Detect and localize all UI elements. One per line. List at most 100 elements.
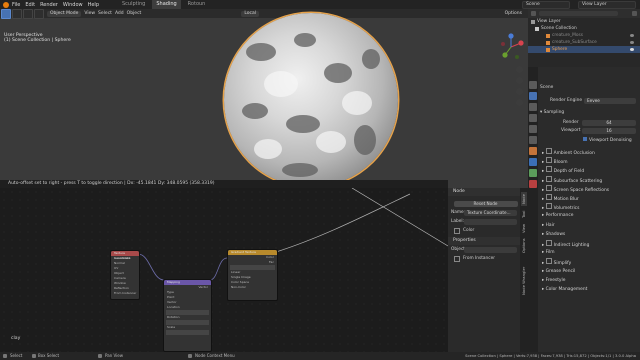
properties-section-ambient-occlusion[interactable]: ▸ Ambient Occlusion xyxy=(542,148,640,156)
section-enable-checkbox[interactable] xyxy=(545,175,552,182)
section-enable-checkbox[interactable] xyxy=(545,203,552,210)
tab-node[interactable]: Node xyxy=(521,192,527,206)
properties-section-depth-of-field[interactable]: ▸ Depth of Field xyxy=(542,166,640,174)
zoom-icon[interactable] xyxy=(516,66,523,73)
color-checkbox[interactable] xyxy=(454,227,460,234)
circle-select-icon[interactable] xyxy=(23,8,33,19)
node-gradient-texture[interactable]: Gradient Texture Color Fac Linear Single… xyxy=(227,249,278,301)
section-enable-checkbox[interactable] xyxy=(545,240,552,246)
box-select-icon[interactable] xyxy=(12,8,22,19)
properties-section-grease-pencil[interactable]: ▸ Grease Pencil xyxy=(542,268,640,276)
node-texture-coordinate[interactable]: Texture Coordinate Generated Normal UV O… xyxy=(110,250,140,300)
transform-orientation-dropdown[interactable]: Local xyxy=(241,10,259,17)
properties-section-subsurface-scattering[interactable]: ▸ Subsurface Scattering xyxy=(542,175,640,184)
menu-file[interactable]: File xyxy=(12,2,20,8)
modifiers-tab-icon[interactable] xyxy=(529,158,537,166)
tab-view[interactable]: View xyxy=(521,222,527,234)
properties-section-volumetrics[interactable]: ▸ Volumetrics xyxy=(542,203,640,211)
eye-icon[interactable] xyxy=(630,48,634,51)
menu-render[interactable]: Render xyxy=(40,2,58,8)
properties-section-film[interactable]: ▸ Film xyxy=(542,249,640,257)
lasso-select-icon[interactable] xyxy=(34,8,44,19)
viewport-menu-view[interactable]: View xyxy=(84,11,95,16)
view-layer-tab-icon[interactable] xyxy=(529,114,537,122)
tool-tab-icon[interactable] xyxy=(529,81,537,89)
properties-section-color-management[interactable]: ▸ Color Management xyxy=(542,286,640,294)
scene-tab-icon[interactable] xyxy=(529,125,537,133)
node-label-field[interactable] xyxy=(464,218,517,225)
menu-window[interactable]: Window xyxy=(63,2,83,8)
viewport-menu-add[interactable]: Add xyxy=(115,11,124,16)
node-value-field[interactable] xyxy=(166,330,209,335)
section-enable-checkbox[interactable] xyxy=(545,258,552,265)
properties-section-motion-blur[interactable]: ▸ Motion Blur xyxy=(542,194,640,202)
material-tab-icon[interactable] xyxy=(529,180,537,188)
properties-section-bloom[interactable]: ▸ Bloom xyxy=(542,157,640,165)
viewport-denoising-row[interactable]: Viewport Denoising xyxy=(583,137,632,145)
from-instancer-checkbox[interactable] xyxy=(454,255,460,262)
eye-icon[interactable] xyxy=(630,41,634,44)
object-tab-icon[interactable] xyxy=(529,147,537,155)
section-enable-checkbox[interactable] xyxy=(545,148,552,154)
sampling-section-header[interactable]: ▾ Sampling xyxy=(540,109,639,117)
properties-section-performance[interactable]: ▸ Performance xyxy=(542,212,640,220)
eye-icon[interactable] xyxy=(630,34,634,37)
world-tab-icon[interactable] xyxy=(529,136,537,144)
tab-sculpting[interactable]: Sculpting xyxy=(118,0,149,9)
perspective-toggle-icon[interactable] xyxy=(516,99,523,106)
tab-tool[interactable]: Tool xyxy=(521,208,527,220)
section-enable-checkbox[interactable] xyxy=(545,166,552,173)
sphere-object[interactable] xyxy=(224,13,398,187)
viewport-samples-field[interactable]: 16 xyxy=(582,128,636,134)
viewport-options-button[interactable]: Options xyxy=(505,11,522,16)
tab-options[interactable]: Options xyxy=(521,236,527,256)
pan-hand-icon[interactable] xyxy=(516,77,523,84)
node-name-field[interactable]: Texture Coordinate... xyxy=(464,209,517,216)
outliner-row[interactable]: creature_SubSurface xyxy=(528,39,640,46)
render-samples-field[interactable]: 64 xyxy=(582,120,636,126)
scene-selector[interactable]: Scene xyxy=(522,0,570,9)
camera-view-icon[interactable] xyxy=(516,88,523,95)
navigation-gizmo[interactable] xyxy=(497,33,525,61)
physics-tab-icon[interactable] xyxy=(529,169,537,177)
properties-section-screen-space-reflections[interactable]: ▸ Screen Space Reflections xyxy=(542,184,640,193)
viewport-menu-select[interactable]: Select xyxy=(98,11,112,16)
denoise-checkbox[interactable] xyxy=(583,137,587,141)
properties-section-freestyle[interactable]: ▸ Freestyle xyxy=(542,277,640,285)
output-tab-icon[interactable] xyxy=(529,103,537,111)
search-input[interactable] xyxy=(539,11,618,16)
object-mode-dropdown[interactable]: Object Mode xyxy=(47,10,82,17)
view-layer-selector[interactable]: View Layer xyxy=(578,0,636,9)
section-enable-checkbox[interactable] xyxy=(545,184,552,191)
properties-section-simplify[interactable]: ▸ Simplify xyxy=(542,258,640,266)
outliner-row-selected[interactable]: Sphere xyxy=(528,46,640,53)
render-tab-icon[interactable] xyxy=(529,92,537,100)
tab-node-wrangler[interactable]: Node Wrangler xyxy=(521,260,527,302)
tab-shading[interactable]: Shading xyxy=(152,0,181,9)
node-mapping[interactable]: Mapping Vector Type Point Vector Locatio… xyxy=(163,279,212,352)
tab-rotoun[interactable]: Rotoun xyxy=(184,0,210,9)
menu-edit[interactable]: Edit xyxy=(25,2,35,8)
node-section-header[interactable]: Node xyxy=(448,188,520,196)
properties-section-shadows[interactable]: ▸ Shadows xyxy=(542,231,640,239)
status-select: Select xyxy=(10,353,23,358)
blender-logo-icon[interactable] xyxy=(3,1,9,8)
outliner-row[interactable]: Scene Collection xyxy=(528,25,640,32)
section-enable-checkbox[interactable] xyxy=(545,194,552,200)
outliner-row[interactable]: View Layer xyxy=(528,18,640,25)
section-enable-checkbox[interactable] xyxy=(545,157,552,164)
filter-icon[interactable] xyxy=(632,11,637,16)
properties-section-header[interactable]: Properties xyxy=(448,237,520,245)
select-tool-icon[interactable] xyxy=(1,8,11,19)
render-engine-dropdown[interactable]: Eevee xyxy=(584,98,636,104)
viewport-menu-object[interactable]: Object xyxy=(127,11,142,16)
properties-section-indirect-lighting[interactable]: ▸ Indirect Lighting xyxy=(542,240,640,248)
operator-status-line: Auto-offset set to right - press T to to… xyxy=(0,180,448,188)
outliner-row[interactable]: creature_Moss xyxy=(528,32,640,39)
collection-path-label: (1) Scene Collection | Sphere xyxy=(4,38,71,43)
menu-help[interactable]: Help xyxy=(88,2,99,8)
display-mode-icon[interactable] xyxy=(531,11,536,16)
properties-section-hair[interactable]: ▸ Hair xyxy=(542,222,640,230)
reset-node-button[interactable]: Reset Node xyxy=(453,200,518,207)
object-field[interactable] xyxy=(464,246,517,253)
